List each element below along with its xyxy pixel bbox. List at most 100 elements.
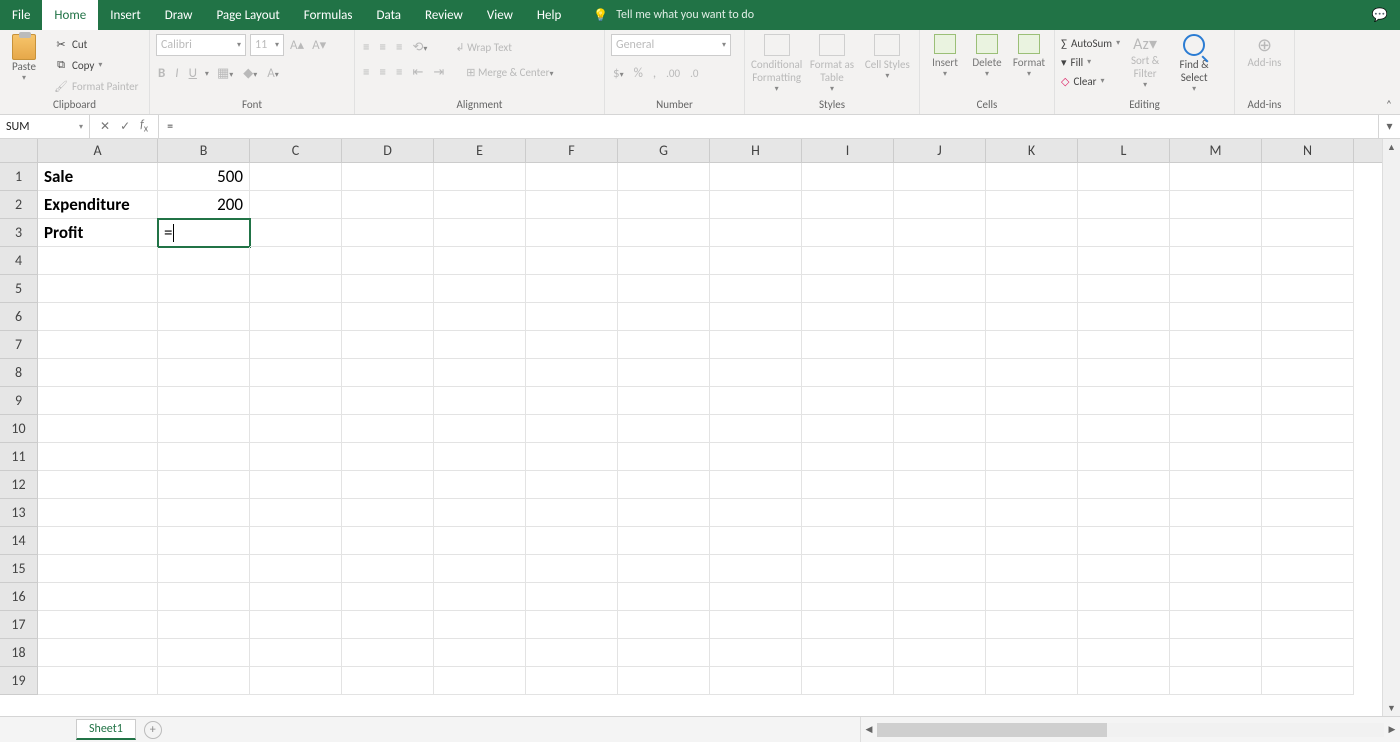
cell-A11[interactable] [38, 443, 158, 471]
cell-K10[interactable] [986, 415, 1078, 443]
cell-E4[interactable] [434, 247, 526, 275]
cell-B4[interactable] [158, 247, 250, 275]
fill-button[interactable]: ▾Fill▾ [1061, 53, 1120, 71]
cell-H18[interactable] [710, 639, 802, 667]
column-header[interactable]: M [1170, 139, 1262, 162]
cell-N13[interactable] [1262, 499, 1354, 527]
cell-H17[interactable] [710, 611, 802, 639]
cell-G17[interactable] [618, 611, 710, 639]
cell-B19[interactable] [158, 667, 250, 695]
align-top-button[interactable]: ≡ [361, 40, 371, 55]
cell-J6[interactable] [894, 303, 986, 331]
column-header[interactable]: C [250, 139, 342, 162]
cell-A2[interactable]: Expenditure [38, 191, 158, 219]
cell-M6[interactable] [1170, 303, 1262, 331]
cell-N11[interactable] [1262, 443, 1354, 471]
cell-D9[interactable] [342, 387, 434, 415]
add-sheet-button[interactable]: + [144, 721, 162, 739]
cell-M9[interactable] [1170, 387, 1262, 415]
cell-G19[interactable] [618, 667, 710, 695]
formula-input[interactable]: = [159, 115, 1378, 138]
cell-N3[interactable] [1262, 219, 1354, 247]
cell-C4[interactable] [250, 247, 342, 275]
cell-J5[interactable] [894, 275, 986, 303]
cell-M19[interactable] [1170, 667, 1262, 695]
cell-K13[interactable] [986, 499, 1078, 527]
cell-C11[interactable] [250, 443, 342, 471]
row-header[interactable]: 19 [0, 667, 38, 695]
column-header[interactable]: D [342, 139, 434, 162]
cell-K8[interactable] [986, 359, 1078, 387]
cell-F11[interactable] [526, 443, 618, 471]
wrap-text-button[interactable]: ↲ Wrap Text [453, 41, 514, 54]
cell-I5[interactable] [802, 275, 894, 303]
cell-H2[interactable] [710, 191, 802, 219]
column-header[interactable]: L [1078, 139, 1170, 162]
cell-K19[interactable] [986, 667, 1078, 695]
cell-B16[interactable] [158, 583, 250, 611]
cell-E16[interactable] [434, 583, 526, 611]
cell-G1[interactable] [618, 163, 710, 191]
cell-I10[interactable] [802, 415, 894, 443]
cell-F6[interactable] [526, 303, 618, 331]
cell-E7[interactable] [434, 331, 526, 359]
cell-M11[interactable] [1170, 443, 1262, 471]
cell-E2[interactable] [434, 191, 526, 219]
borders-button[interactable]: ▦▾ [215, 66, 235, 81]
cell-E6[interactable] [434, 303, 526, 331]
cell-G7[interactable] [618, 331, 710, 359]
cell-M4[interactable] [1170, 247, 1262, 275]
cell-A10[interactable] [38, 415, 158, 443]
cell-H9[interactable] [710, 387, 802, 415]
cell-E5[interactable] [434, 275, 526, 303]
cell-H5[interactable] [710, 275, 802, 303]
cell-D6[interactable] [342, 303, 434, 331]
cell-D11[interactable] [342, 443, 434, 471]
cell-B18[interactable] [158, 639, 250, 667]
vertical-scrollbar[interactable]: ▲ ▼ [1382, 139, 1400, 716]
cell-C8[interactable] [250, 359, 342, 387]
cell-G18[interactable] [618, 639, 710, 667]
cell-L4[interactable] [1078, 247, 1170, 275]
cell-H7[interactable] [710, 331, 802, 359]
cell-H16[interactable] [710, 583, 802, 611]
cell-I16[interactable] [802, 583, 894, 611]
cell-H8[interactable] [710, 359, 802, 387]
cell-A16[interactable] [38, 583, 158, 611]
cell-D7[interactable] [342, 331, 434, 359]
cell-D2[interactable] [342, 191, 434, 219]
scroll-right-button[interactable]: ▶ [1384, 724, 1400, 735]
cell-L14[interactable] [1078, 527, 1170, 555]
cell-C12[interactable] [250, 471, 342, 499]
cell-K4[interactable] [986, 247, 1078, 275]
cell-A13[interactable] [38, 499, 158, 527]
comma-button[interactable]: , [651, 66, 658, 81]
cell-E1[interactable] [434, 163, 526, 191]
cell-A15[interactable] [38, 555, 158, 583]
tab-help[interactable]: Help [525, 0, 573, 30]
cell-C1[interactable] [250, 163, 342, 191]
cell-B11[interactable] [158, 443, 250, 471]
cell-J17[interactable] [894, 611, 986, 639]
cell-E19[interactable] [434, 667, 526, 695]
cell-E12[interactable] [434, 471, 526, 499]
cell-L15[interactable] [1078, 555, 1170, 583]
cell-C14[interactable] [250, 527, 342, 555]
cell-D12[interactable] [342, 471, 434, 499]
cell-K5[interactable] [986, 275, 1078, 303]
cell-J15[interactable] [894, 555, 986, 583]
decrease-indent-button[interactable]: ⇤ [410, 65, 425, 80]
tell-me-search[interactable]: 💡 Tell me what you want to do [593, 8, 754, 23]
cell-B9[interactable] [158, 387, 250, 415]
cell-B7[interactable] [158, 331, 250, 359]
autosum-button[interactable]: ∑AutoSum▾ [1061, 34, 1120, 52]
cell-F7[interactable] [526, 331, 618, 359]
cell-C19[interactable] [250, 667, 342, 695]
cell-B3[interactable]: = [158, 219, 250, 247]
cell-N6[interactable] [1262, 303, 1354, 331]
cell-C16[interactable] [250, 583, 342, 611]
cell-I3[interactable] [802, 219, 894, 247]
cell-N7[interactable] [1262, 331, 1354, 359]
copy-button[interactable]: ⧉Copy▾ [50, 55, 142, 75]
cell-C3[interactable] [250, 219, 342, 247]
